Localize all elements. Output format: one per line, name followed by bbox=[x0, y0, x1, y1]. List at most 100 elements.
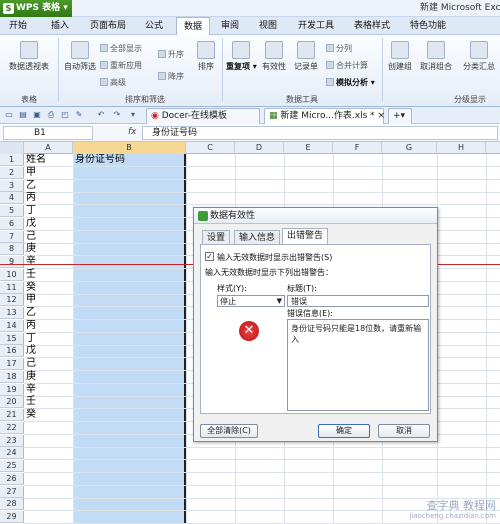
ok-button[interactable]: 确定 bbox=[318, 424, 370, 438]
column-header-e[interactable]: E bbox=[284, 142, 333, 154]
cell-a[interactable]: 甲 bbox=[26, 294, 36, 306]
row-header[interactable]: 15 bbox=[0, 332, 24, 345]
row-header[interactable]: 9 bbox=[0, 256, 24, 268]
column-header-a[interactable]: A bbox=[24, 142, 73, 154]
consolidate-button[interactable]: 合并计算 bbox=[326, 60, 368, 71]
tab-error-alert[interactable]: 出错警告 bbox=[282, 228, 329, 245]
row-header[interactable]: 29 bbox=[0, 511, 24, 523]
column-header-c[interactable]: C bbox=[186, 142, 235, 154]
ungroup-button[interactable]: 取消组合 bbox=[418, 41, 454, 72]
cell-a[interactable]: 丙 bbox=[26, 320, 36, 332]
style-select[interactable]: 停止 ▼ bbox=[217, 295, 285, 307]
fx-icon[interactable]: fx bbox=[128, 127, 137, 137]
sort-descending-button[interactable]: 降序 bbox=[158, 71, 184, 82]
preview-icon[interactable]: ◰ bbox=[60, 110, 70, 120]
new-tab-button[interactable]: +▾ bbox=[388, 108, 412, 124]
column-header-d[interactable]: D bbox=[235, 142, 284, 154]
row-header[interactable]: 8 bbox=[0, 243, 24, 256]
cell-a[interactable]: 戊 bbox=[26, 218, 36, 230]
row-header[interactable]: 25 bbox=[0, 460, 24, 472]
tab-review[interactable]: 审阅 bbox=[216, 17, 244, 35]
new-file-icon[interactable]: ▭ bbox=[4, 110, 14, 120]
title-input[interactable]: 错误 bbox=[287, 295, 429, 307]
cell-a[interactable]: 庚 bbox=[26, 371, 36, 383]
row-header[interactable]: 11 bbox=[0, 281, 24, 294]
row-header[interactable]: 6 bbox=[0, 217, 24, 230]
cell-a[interactable]: 辛 bbox=[26, 384, 36, 396]
tab-page-layout[interactable]: 页面布局 bbox=[86, 17, 130, 35]
formula-input[interactable]: 身份证号码 bbox=[142, 126, 498, 140]
cell-a[interactable]: 丁 bbox=[26, 333, 36, 345]
tab-features[interactable]: 特色功能 bbox=[406, 17, 450, 35]
show-error-checkbox[interactable]: ✓ bbox=[205, 252, 214, 261]
close-tab-icon[interactable]: × bbox=[378, 111, 386, 121]
tab-insert[interactable]: 插入 bbox=[46, 17, 74, 35]
row-header[interactable]: 28 bbox=[0, 498, 24, 511]
show-all-button[interactable]: 全部显示 bbox=[100, 43, 142, 54]
pivot-table-button[interactable]: 数据透视表 bbox=[6, 41, 52, 72]
cell-a[interactable]: 壬 bbox=[26, 396, 36, 408]
record-form-button[interactable]: 记录单 bbox=[292, 41, 320, 72]
row-header[interactable]: 2 bbox=[0, 166, 24, 179]
copy-format-icon[interactable]: ✎ bbox=[74, 110, 84, 120]
cell-a[interactable]: 癸 bbox=[26, 282, 36, 294]
row-header[interactable]: 4 bbox=[0, 192, 24, 205]
create-group-button[interactable]: 创建组 bbox=[386, 41, 414, 72]
cell-a[interactable]: 乙 bbox=[26, 180, 36, 192]
error-message-input[interactable]: 身份证号码只能是18位数，请重新输入 bbox=[287, 319, 429, 411]
row-header[interactable]: 23 bbox=[0, 434, 24, 447]
tab-developer[interactable]: 开发工具 bbox=[294, 17, 338, 35]
sort-button[interactable]: 排序 bbox=[194, 41, 218, 72]
doc-tab-workbook[interactable]: ▦ 新建 Micro...作表.xls * × bbox=[264, 108, 386, 124]
row-header[interactable]: 5 bbox=[0, 205, 24, 217]
cell-a[interactable]: 庚 bbox=[26, 243, 36, 255]
row-header[interactable]: 20 bbox=[0, 396, 24, 409]
row-header[interactable]: 24 bbox=[0, 447, 24, 460]
text-to-columns-button[interactable]: 分列 bbox=[326, 43, 352, 54]
tab-home[interactable]: 开始 bbox=[4, 17, 32, 35]
select-all-corner[interactable] bbox=[0, 142, 24, 154]
sort-ascending-button[interactable]: 升序 bbox=[158, 49, 184, 60]
cell-a[interactable]: 己 bbox=[26, 358, 36, 370]
advanced-filter-button[interactable]: 高级 bbox=[100, 77, 126, 88]
row-header[interactable]: 3 bbox=[0, 179, 24, 192]
tab-input-message[interactable]: 输入信息 bbox=[234, 230, 281, 245]
cell-a[interactable]: 姓名 bbox=[26, 154, 46, 166]
duplicates-button[interactable]: 重复项 ▾ bbox=[226, 41, 257, 72]
cell-a[interactable]: 戊 bbox=[26, 345, 36, 357]
wps-menu-button[interactable]: S WPS 表格 ▾ bbox=[0, 0, 72, 17]
subtotal-button[interactable]: 分类汇总 bbox=[460, 41, 498, 72]
column-header-h[interactable]: H bbox=[437, 142, 486, 154]
row-header[interactable]: 26 bbox=[0, 472, 24, 485]
name-box[interactable]: B1 bbox=[3, 126, 93, 140]
row-header[interactable]: 19 bbox=[0, 383, 24, 396]
cell-b1[interactable]: 身份证号码 bbox=[75, 154, 125, 166]
tab-data[interactable]: 数据 bbox=[176, 17, 210, 35]
what-if-analysis-button[interactable]: 模拟分析 ▾ bbox=[326, 77, 375, 88]
column-header-b[interactable]: B bbox=[73, 142, 186, 154]
row-header[interactable]: 22 bbox=[0, 421, 24, 434]
cell-a[interactable]: 癸 bbox=[26, 409, 36, 421]
tab-formulas[interactable]: 公式 bbox=[140, 17, 168, 35]
column-header-g[interactable]: G bbox=[382, 142, 437, 154]
tab-settings[interactable]: 设置 bbox=[202, 230, 231, 245]
validity-button[interactable]: 有效性 bbox=[260, 41, 288, 72]
column-header-f[interactable]: F bbox=[333, 142, 382, 154]
clear-all-button[interactable]: 全部清除(C) bbox=[200, 424, 258, 438]
cell-a[interactable]: 辛 bbox=[26, 256, 36, 268]
open-file-icon[interactable]: ▤ bbox=[18, 110, 28, 120]
redo-icon[interactable]: ↷ bbox=[112, 110, 122, 120]
row-header[interactable]: 17 bbox=[0, 358, 24, 370]
cancel-button[interactable]: 取消 bbox=[378, 424, 430, 438]
save-icon[interactable]: ▣ bbox=[32, 110, 42, 120]
doc-tab-docer[interactable]: ◉ Docer-在线模板 bbox=[146, 108, 260, 124]
row-header[interactable]: 13 bbox=[0, 307, 24, 319]
cell-a[interactable]: 丙 bbox=[26, 192, 36, 204]
tab-view[interactable]: 视图 bbox=[254, 17, 282, 35]
auto-filter-button[interactable]: 自动筛选 bbox=[62, 41, 98, 72]
row-header[interactable]: 10 bbox=[0, 268, 24, 281]
row-header[interactable]: 27 bbox=[0, 485, 24, 498]
row-header[interactable]: 12 bbox=[0, 294, 24, 307]
row-header[interactable]: 1 bbox=[0, 154, 24, 166]
undo-icon[interactable]: ↶ bbox=[96, 110, 106, 120]
